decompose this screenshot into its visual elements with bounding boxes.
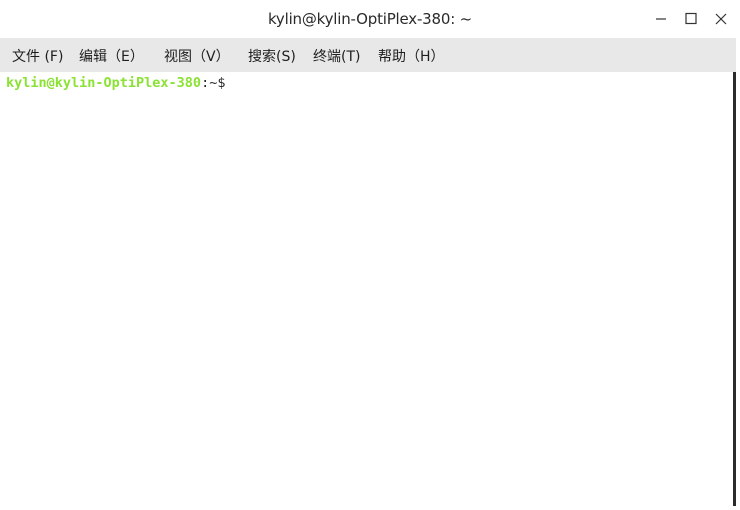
terminal-area[interactable]: kylin@kylin-OptiPlex-380:~$	[0, 72, 733, 510]
text-cursor	[226, 74, 227, 90]
window-title: kylin@kylin-OptiPlex-380: ~	[267, 10, 473, 28]
menu-bar: 文件 (F) 编辑（E） 视图（V） 搜索(S) 终端(T) 帮助（H）	[0, 38, 736, 72]
minimize-icon	[656, 18, 666, 20]
shell-prompt: kylin@kylin-OptiPlex-380:~$	[6, 74, 227, 92]
close-icon	[715, 13, 727, 25]
menu-terminal[interactable]: 终端(T)	[313, 46, 360, 66]
maximize-button[interactable]	[680, 8, 702, 30]
menu-search[interactable]: 搜索(S)	[248, 46, 296, 66]
menu-help[interactable]: 帮助（H）	[378, 46, 445, 66]
title-bar[interactable]: kylin@kylin-OptiPlex-380: ~	[0, 0, 740, 38]
menu-file[interactable]: 文件 (F)	[12, 46, 63, 66]
minimize-button[interactable]	[650, 8, 672, 30]
menu-view[interactable]: 视图（V）	[164, 46, 230, 66]
prompt-symbol: $	[217, 75, 226, 91]
maximize-icon	[685, 12, 697, 25]
menu-edit[interactable]: 编辑（E）	[79, 46, 144, 66]
close-button[interactable]	[710, 8, 732, 30]
prompt-colon: :	[201, 75, 210, 91]
prompt-user-host: kylin@kylin-OptiPlex-380	[6, 75, 202, 91]
terminal-window: kylin@kylin-OptiPlex-380: ~ 文件 (F) 编辑（E）…	[0, 0, 740, 510]
scrollbar[interactable]	[733, 72, 736, 506]
